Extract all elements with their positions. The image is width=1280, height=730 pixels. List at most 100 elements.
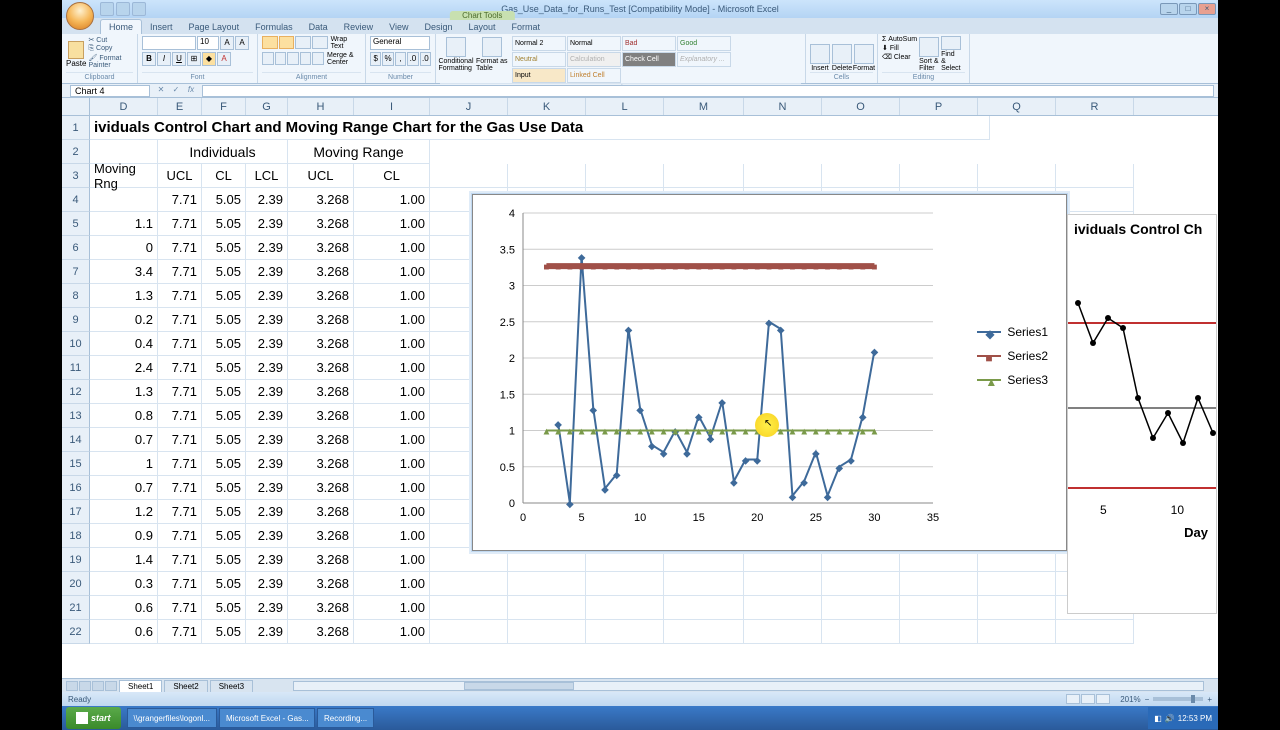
style-neutral[interactable]: Neutral	[512, 52, 566, 67]
tray-icon[interactable]: ◧	[1154, 714, 1162, 723]
row-header[interactable]: 3	[62, 164, 90, 188]
col-header-D[interactable]: D	[90, 98, 158, 115]
cell[interactable]: 2.39	[246, 212, 288, 236]
cell[interactable]	[822, 620, 900, 644]
view-normal[interactable]	[1066, 694, 1080, 704]
cell[interactable]: UCL	[288, 164, 354, 188]
cell[interactable]: 1.00	[354, 500, 430, 524]
row-header[interactable]: 1	[62, 116, 90, 140]
cell[interactable]: 2.39	[246, 188, 288, 212]
col-header-P[interactable]: P	[900, 98, 978, 115]
shrink-font[interactable]: A	[235, 36, 249, 50]
cell[interactable]: 0.4	[90, 332, 158, 356]
cell[interactable]: 3.268	[288, 620, 354, 644]
taskbar-item-3[interactable]: Recording...	[317, 708, 374, 728]
align-right[interactable]	[287, 52, 299, 65]
taskbar-item-1[interactable]: \\grangerfiles\logonl...	[127, 708, 218, 728]
align-bottom[interactable]	[295, 36, 311, 49]
cell[interactable]: 7.71	[158, 260, 202, 284]
style-linked-cell[interactable]: Linked Cell	[567, 68, 621, 83]
sheet-tab-1[interactable]: Sheet1	[119, 680, 162, 692]
underline-button[interactable]: U	[172, 52, 186, 66]
col-header-E[interactable]: E	[158, 98, 202, 115]
cell[interactable]: 3.268	[288, 236, 354, 260]
cell[interactable]: 1	[90, 452, 158, 476]
cell[interactable]: 5.05	[202, 620, 246, 644]
bold-button[interactable]: B	[142, 52, 156, 66]
cell[interactable]: 2.39	[246, 332, 288, 356]
cell[interactable]: 1.1	[90, 212, 158, 236]
tab-format[interactable]: Format	[504, 20, 549, 34]
cell[interactable]: 2.39	[246, 356, 288, 380]
cell[interactable]: 3.268	[288, 356, 354, 380]
cell[interactable]: 5.05	[202, 380, 246, 404]
cell[interactable]: 0	[90, 236, 158, 260]
cell[interactable]: CL	[354, 164, 430, 188]
autosum-button[interactable]: Σ AutoSum	[882, 36, 917, 43]
cell[interactable]: 7.71	[158, 188, 202, 212]
style-good[interactable]: Good	[677, 36, 731, 51]
cell[interactable]: 0.9	[90, 524, 158, 548]
indent-inc[interactable]	[312, 52, 324, 65]
tab-formulas[interactable]: Formulas	[247, 20, 301, 34]
row-header[interactable]: 21	[62, 596, 90, 620]
start-button[interactable]: start	[66, 707, 121, 729]
tab-home[interactable]: Home	[100, 19, 142, 34]
cell[interactable]	[430, 572, 508, 596]
sheet-nav-first[interactable]	[66, 681, 78, 691]
tray-icon[interactable]: 🔊	[1165, 714, 1175, 723]
sheet-nav-last[interactable]	[105, 681, 117, 691]
cell[interactable]: 1.00	[354, 404, 430, 428]
cell[interactable]: 7.71	[158, 236, 202, 260]
taskbar-item-2[interactable]: Microsoft Excel - Gas...	[219, 708, 315, 728]
second-chart-object[interactable]: ividuals Control Ch 510 Day	[1067, 214, 1217, 614]
cell[interactable]: 7.71	[158, 596, 202, 620]
paste-button[interactable]: Paste	[66, 36, 86, 72]
format-painter-button[interactable]: 🖌 Format Painter	[88, 54, 133, 69]
font-family-select[interactable]	[142, 36, 196, 50]
cell[interactable]: 5.05	[202, 452, 246, 476]
legend-series1[interactable]: ◆Series1	[977, 325, 1048, 339]
cell[interactable]: 7.71	[158, 476, 202, 500]
cell[interactable]: 5.05	[202, 428, 246, 452]
grow-font[interactable]: A	[220, 36, 234, 50]
cut-button[interactable]: ✂ Cut	[88, 36, 133, 44]
cell[interactable]: 2.39	[246, 236, 288, 260]
col-header-F[interactable]: F	[202, 98, 246, 115]
cell[interactable]: 7.71	[158, 428, 202, 452]
cell[interactable]	[978, 596, 1056, 620]
style-calculation[interactable]: Calculation	[567, 52, 621, 67]
cell[interactable]: 5.05	[202, 236, 246, 260]
cell[interactable]: 5.05	[202, 596, 246, 620]
cell[interactable]	[430, 164, 508, 188]
cancel-formula[interactable]: ✕	[154, 85, 168, 97]
format-cells-button[interactable]: Format	[854, 36, 874, 72]
cell[interactable]: 7.71	[158, 572, 202, 596]
cell[interactable]	[664, 572, 744, 596]
cell[interactable]: 2.39	[246, 380, 288, 404]
cell[interactable]: 5.05	[202, 548, 246, 572]
align-center[interactable]	[275, 52, 287, 65]
cell[interactable]	[430, 596, 508, 620]
cell[interactable]: 3.268	[288, 524, 354, 548]
cell[interactable]: 3.268	[288, 476, 354, 500]
col-header-L[interactable]: L	[586, 98, 664, 115]
cell[interactable]: 1.00	[354, 596, 430, 620]
cell[interactable]: 3.4	[90, 260, 158, 284]
row-header[interactable]: 14	[62, 428, 90, 452]
cell[interactable]: 1.00	[354, 380, 430, 404]
cell[interactable]: 2.39	[246, 500, 288, 524]
row-header[interactable]: 20	[62, 572, 90, 596]
worksheet-grid[interactable]: DEFGHIJKLMNOPQR 1ividuals Control Chart …	[62, 98, 1218, 678]
cell[interactable]	[586, 164, 664, 188]
cell-title[interactable]: ividuals Control Chart and Moving Range …	[90, 116, 990, 140]
cell[interactable]: 1.00	[354, 476, 430, 500]
cell[interactable]	[586, 596, 664, 620]
cell[interactable]: 3.268	[288, 572, 354, 596]
delete-cells-button[interactable]: Delete	[832, 36, 852, 72]
cell[interactable]	[664, 596, 744, 620]
row-header[interactable]: 17	[62, 500, 90, 524]
chart-legend[interactable]: ◆Series1 ■Series2 ▲Series3	[977, 325, 1048, 397]
view-layout[interactable]	[1081, 694, 1095, 704]
row-header[interactable]: 5	[62, 212, 90, 236]
